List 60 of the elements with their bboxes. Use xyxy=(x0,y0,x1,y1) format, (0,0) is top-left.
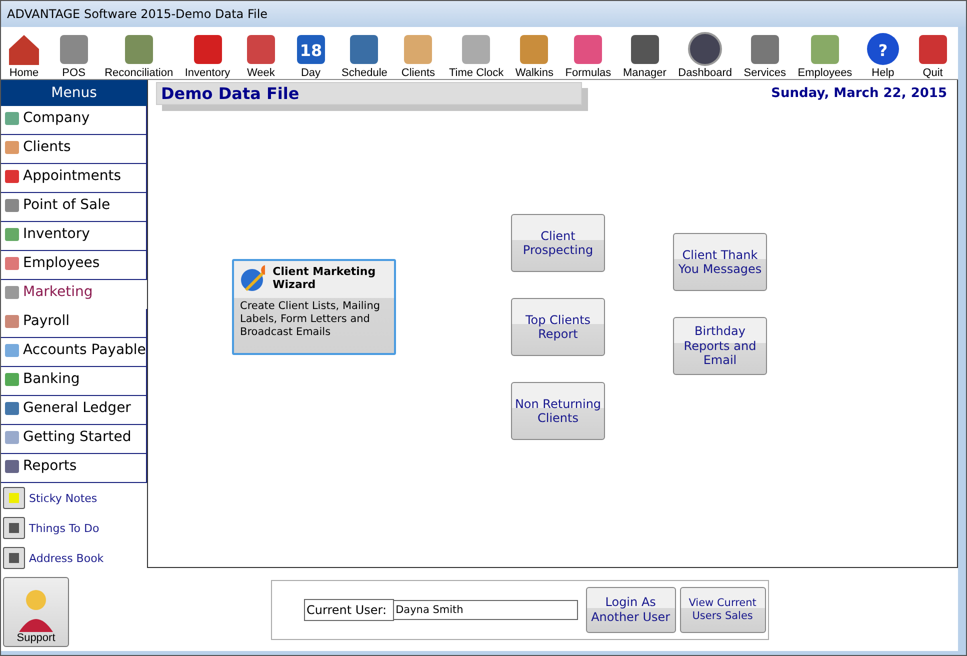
menu-item-icon xyxy=(4,342,20,358)
user-field[interactable]: Dayna Smith xyxy=(394,600,578,620)
report-button[interactable]: Birthday Reports and Email xyxy=(673,317,767,375)
menu-item[interactable]: Employees xyxy=(1,251,147,280)
menu-item[interactable]: Point of Sale xyxy=(1,193,147,222)
toolbar-button[interactable]: Employees xyxy=(798,31,852,79)
menu-item-icon xyxy=(4,110,20,126)
menu-item[interactable]: Company xyxy=(1,106,147,135)
toolbar-button[interactable]: Clients xyxy=(399,31,438,79)
sidebar-link[interactable]: Things To Do xyxy=(1,513,147,543)
date-label: Sunday, March 22, 2015 xyxy=(771,85,947,101)
menu-item[interactable]: General Ledger xyxy=(1,396,147,425)
user-label: Current User: xyxy=(304,598,394,620)
toolbar-button[interactable]: Formulas xyxy=(565,31,612,79)
report-button[interactable]: Client Thank You Messages xyxy=(673,233,767,291)
wand-icon xyxy=(240,264,265,292)
menu-item[interactable]: Inventory xyxy=(1,222,147,251)
report-button[interactable]: Client Prospecting xyxy=(511,214,605,272)
menu-item[interactable]: Accounts Payable xyxy=(1,338,147,367)
menu-item-icon xyxy=(4,226,20,242)
menu-item[interactable]: Appointments xyxy=(1,164,147,193)
toolbar-button[interactable]: 18 Day xyxy=(292,31,330,79)
toolbar-button[interactable]: Dashboard xyxy=(678,31,732,79)
menu-item-icon xyxy=(4,168,20,184)
toolbar-button[interactable]: Reconciliation xyxy=(104,31,174,79)
menu-item[interactable]: Payroll xyxy=(1,309,147,338)
menu-item-icon xyxy=(4,139,20,155)
menu-item-icon xyxy=(4,458,20,474)
menu-item-icon xyxy=(4,429,20,445)
menu-item-icon xyxy=(4,197,20,213)
sidebar-link[interactable]: Sticky Notes xyxy=(1,483,147,513)
menu-item-icon xyxy=(4,371,20,387)
menu-item[interactable]: Getting Started xyxy=(1,425,147,454)
user-button[interactable]: View Current Users Sales xyxy=(680,586,766,632)
toolbar-button[interactable]: Inventory xyxy=(184,31,230,79)
menu-item-icon xyxy=(4,284,20,300)
toolbar-button[interactable]: Schedule xyxy=(342,31,388,79)
support-button[interactable]: Support xyxy=(3,577,69,647)
toolbar-button[interactable]: Services xyxy=(744,31,786,79)
menu-header: Menus xyxy=(1,80,147,106)
toolbar-button[interactable]: Walkins xyxy=(515,31,554,79)
toolbar-button[interactable]: ? Help xyxy=(864,31,902,79)
wizard-button[interactable]: Client Marketing Wizard Create Client Lists, Mailing Labels, Form Letters and Broadcast Emails xyxy=(232,259,396,355)
toolbar-button[interactable]: Home xyxy=(5,31,43,79)
menu-item[interactable]: Reports xyxy=(1,454,147,483)
toolbar-button[interactable]: Quit xyxy=(914,31,952,79)
menu-item[interactable]: Clients xyxy=(1,135,147,164)
toolbar-button[interactable]: Week xyxy=(242,31,280,79)
toolbar-button[interactable]: Time Clock xyxy=(448,31,504,79)
user-button[interactable]: Login As Another User xyxy=(586,586,676,632)
menu-item-icon xyxy=(4,313,20,329)
menu-item-icon xyxy=(4,255,20,271)
sidebar-link[interactable]: Address Book xyxy=(1,543,147,573)
report-button[interactable]: Non Returning Clients xyxy=(511,382,605,440)
menu-item[interactable]: Banking xyxy=(1,367,147,396)
menu-item-icon xyxy=(4,400,20,416)
toolbar-button[interactable]: POS xyxy=(54,31,93,79)
toolbar-button[interactable]: Manager xyxy=(622,31,666,79)
window-title: ADVANTAGE Software 2015-Demo Data File xyxy=(1,1,966,27)
report-button[interactable]: Top Clients Report xyxy=(511,298,605,356)
